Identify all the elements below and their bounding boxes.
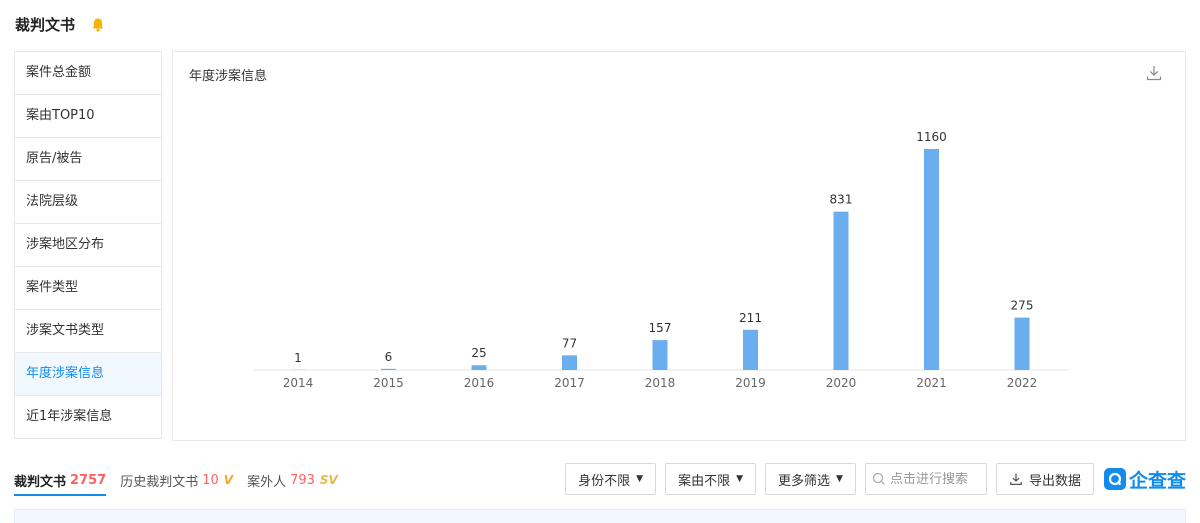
sidebar-item-label: 涉案地区分布 — [26, 237, 105, 252]
x-tick-label-2016: 2016 — [464, 376, 495, 390]
tab-count: 10 — [202, 472, 219, 488]
chart-panel: 年度涉案信息 1 2014 6 2015 25 2016 77 2017 157 2018 211 2… — [172, 51, 1186, 441]
sidebar-item-label: 案件总金额 — [26, 65, 92, 80]
data-label-2022: 275 — [1011, 299, 1034, 313]
sidebar-item-last-year[interactable]: 近1年涉案信息 — [15, 396, 161, 439]
download-icon — [1010, 473, 1022, 485]
dropdown-label: 更多筛选 — [778, 473, 831, 489]
caret-down-icon: ▼ — [836, 474, 843, 484]
bar-2020[interactable] — [833, 211, 849, 370]
identity-filter-dropdown[interactable]: 身份不限 ▼ — [565, 463, 657, 495]
sidebar-item-case-type[interactable]: 案件类型 — [15, 267, 161, 310]
x-tick-label-2017: 2017 — [554, 376, 585, 390]
data-label-2021: 1160 — [916, 130, 947, 144]
data-label-2016: 25 — [471, 346, 486, 360]
brand-q-icon — [1103, 468, 1126, 490]
data-label-2020: 831 — [830, 193, 853, 207]
bar-2018[interactable] — [652, 340, 668, 370]
bar-2015[interactable] — [381, 368, 396, 370]
caret-down-icon: ▼ — [636, 474, 644, 484]
tab-list: 裁判文书 2757 历史裁判文书 10 V 案外人 793 SV — [14, 460, 352, 500]
export-data-button[interactable]: 导出数据 — [995, 463, 1094, 495]
sidebar-item-plaintiff-defendant[interactable]: 原告/被告 — [15, 138, 161, 181]
x-tick-label-2019: 2019 — [735, 376, 766, 390]
x-tick-label-2020: 2020 — [826, 376, 857, 390]
sidebar-item-court-level[interactable]: 法院层级 — [15, 181, 161, 224]
brand-name: 企查查 — [1128, 469, 1186, 492]
tab-label: 裁判文书 — [14, 474, 67, 490]
results-header-strip — [14, 509, 1186, 523]
data-label-2014: 1 — [294, 351, 302, 365]
bar-chart: 1 2014 6 2015 25 2016 77 2017 157 2018 211 2019 831 2… — [253, 130, 1069, 390]
sidebar-item-document-type[interactable]: 涉案文书类型 — [15, 310, 161, 353]
sidebar-item-total-amount[interactable]: 案件总金额 — [15, 52, 161, 95]
x-tick-label-2014: 2014 — [283, 376, 314, 390]
section-header: 裁判文书 — [15, 12, 107, 36]
sidebar-item-label: 原告/被告 — [26, 151, 83, 166]
tab-history-judgments[interactable]: 历史裁判文书 10 V — [120, 460, 233, 500]
filter-bar: 身份不限 ▼ 案由不限 ▼ 更多筛选 ▼ 导出数据 — [556, 462, 1186, 496]
sidebar-item-label: 近1年涉案信息 — [26, 409, 113, 424]
sidebar-item-label: 案件类型 — [26, 280, 79, 295]
bar-2019[interactable] — [743, 329, 758, 370]
sidebar-item-yearly[interactable]: 年度涉案信息 — [15, 353, 161, 396]
x-tick-label-2021: 2021 — [916, 376, 947, 390]
search-icon — [872, 472, 885, 485]
dropdown-label: 案由不限 — [678, 473, 731, 489]
bar-2021[interactable] — [924, 149, 939, 370]
tab-count: 793 — [290, 472, 315, 488]
dropdown-label: 身份不限 — [578, 473, 631, 489]
bottom-toolbar: 裁判文书 2757 历史裁判文书 10 V 案外人 793 SV 身份不限 ▼ … — [14, 460, 1186, 500]
tab-count: 2757 — [70, 472, 107, 488]
x-tick-label-2018: 2018 — [645, 376, 676, 390]
sidebar-item-label: 年度涉案信息 — [26, 366, 105, 381]
sidebar-item-region[interactable]: 涉案地区分布 — [15, 224, 161, 267]
tab-judgments[interactable]: 裁判文书 2757 — [14, 460, 107, 500]
sidebar: 案件总金额 案由TOP10 原告/被告 法院层级 涉案地区分布 案件类型 涉案文… — [14, 51, 162, 439]
bell-icon[interactable] — [89, 15, 107, 33]
export-label: 导出数据 — [1028, 473, 1081, 489]
search-box — [864, 463, 987, 495]
more-filters-dropdown[interactable]: 更多筛选 ▼ — [765, 463, 856, 495]
sidebar-item-cause-top10[interactable]: 案由TOP10 — [15, 95, 161, 138]
svip-badge-icon: SV — [319, 473, 338, 487]
cause-filter-dropdown[interactable]: 案由不限 ▼ — [665, 463, 757, 495]
x-tick-label-2015: 2015 — [373, 376, 404, 390]
brand-logo: 企查查 — [1103, 466, 1186, 493]
sidebar-item-label: 案由TOP10 — [26, 108, 95, 123]
section-title: 裁判文书 — [15, 15, 76, 34]
tab-outsiders[interactable]: 案外人 793 SV — [247, 460, 338, 500]
x-tick-label-2022: 2022 — [1007, 376, 1038, 390]
bar-2022[interactable] — [1014, 317, 1030, 370]
sidebar-item-label: 涉案文书类型 — [26, 323, 105, 338]
data-label-2019: 211 — [739, 311, 762, 325]
data-label-2017: 77 — [562, 336, 577, 350]
data-label-2015: 6 — [385, 350, 393, 364]
search-input[interactable] — [889, 471, 980, 487]
vip-badge-icon: V — [223, 473, 234, 487]
caret-down-icon: ▼ — [736, 474, 744, 484]
sidebar-item-label: 法院层级 — [26, 194, 79, 209]
data-label-2018: 157 — [649, 321, 672, 335]
bar-2016[interactable] — [471, 365, 487, 370]
tab-label: 案外人 — [247, 474, 287, 490]
tab-label: 历史裁判文书 — [120, 474, 199, 490]
bar-2017[interactable] — [562, 355, 577, 370]
